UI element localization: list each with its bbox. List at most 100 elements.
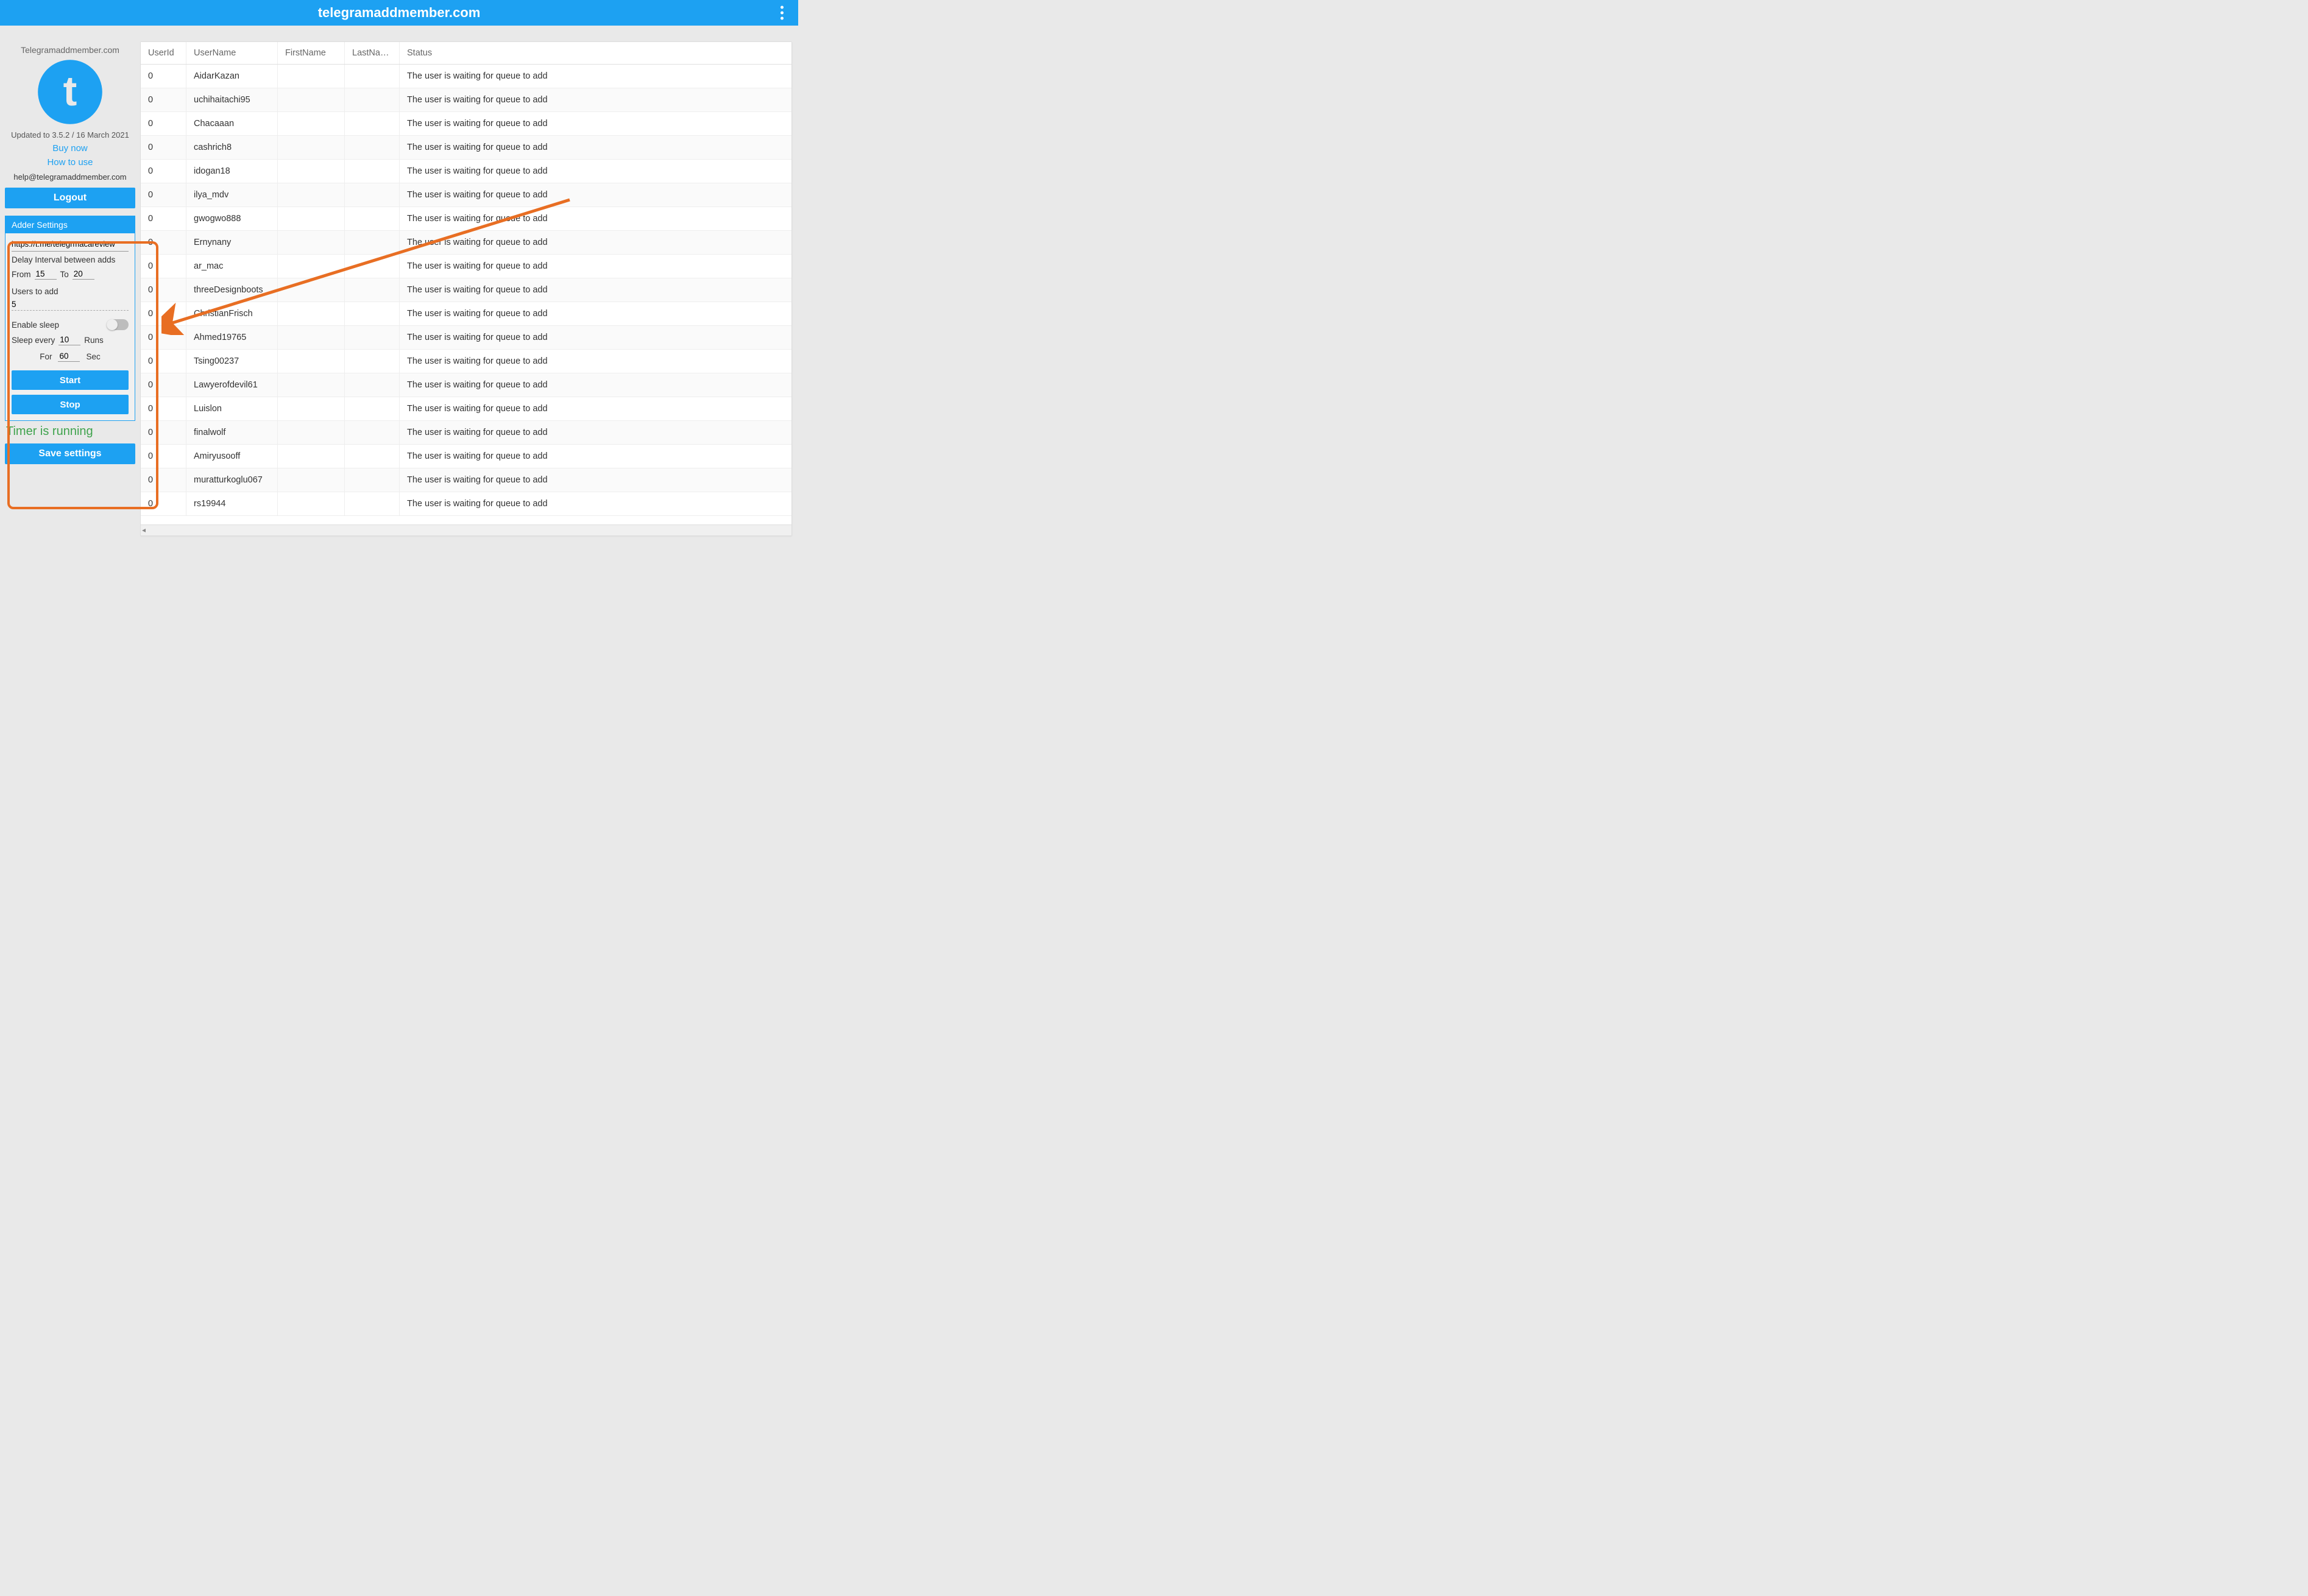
cell-status: The user is waiting for queue to add	[400, 112, 791, 135]
cell-lastname	[345, 112, 400, 135]
cell-status: The user is waiting for queue to add	[400, 421, 791, 444]
cell-lastname	[345, 136, 400, 159]
cell-userid: 0	[141, 65, 186, 88]
cell-firstname	[278, 255, 345, 278]
cell-userid: 0	[141, 468, 186, 492]
main-panel: UserId UserName FirstName LastName Statu…	[140, 26, 798, 552]
table-row[interactable]: 0finalwolfThe user is waiting for queue …	[141, 421, 791, 445]
svg-text:t: t	[63, 68, 77, 115]
cell-status: The user is waiting for queue to add	[400, 88, 791, 111]
save-settings-button[interactable]: Save settings	[5, 443, 135, 464]
table-row[interactable]: 0ErnynanyThe user is waiting for queue t…	[141, 231, 791, 255]
table-row[interactable]: 0Lawyerofdevil61The user is waiting for …	[141, 373, 791, 397]
table-row[interactable]: 0ilya_mdvThe user is waiting for queue t…	[141, 183, 791, 207]
table-row[interactable]: 0idogan18The user is waiting for queue t…	[141, 160, 791, 183]
cell-status: The user is waiting for queue to add	[400, 255, 791, 278]
cell-status: The user is waiting for queue to add	[400, 373, 791, 397]
cell-lastname	[345, 183, 400, 207]
cell-userid: 0	[141, 88, 186, 111]
cell-lastname	[345, 468, 400, 492]
cell-username: ilya_mdv	[186, 183, 278, 207]
cell-username: Tsing00237	[186, 350, 278, 373]
cell-firstname	[278, 183, 345, 207]
cell-firstname	[278, 326, 345, 349]
table-row[interactable]: 0threeDesignboots The user is waiting for…	[141, 278, 791, 302]
cell-status: The user is waiting for queue to add	[400, 207, 791, 230]
table-row[interactable]: 0Tsing00237The user is waiting for queue…	[141, 350, 791, 373]
col-username[interactable]: UserName	[186, 42, 278, 64]
cell-userid: 0	[141, 207, 186, 230]
sleep-for-input[interactable]	[58, 351, 80, 362]
cell-status: The user is waiting for queue to add	[400, 65, 791, 88]
cell-lastname	[345, 207, 400, 230]
table-row[interactable]: 0rs19944The user is waiting for queue to…	[141, 492, 791, 516]
cell-status: The user is waiting for queue to add	[400, 397, 791, 420]
table-row[interactable]: 0muratturkoglu067 The user is waiting for…	[141, 468, 791, 492]
table-row[interactable]: 0cashrich8The user is waiting for queue …	[141, 136, 791, 160]
cell-status: The user is waiting for queue to add	[400, 302, 791, 325]
cell-lastname	[345, 302, 400, 325]
cell-status: The user is waiting for queue to add	[400, 231, 791, 254]
runs-label: Runs	[84, 336, 104, 345]
sleep-every-label: Sleep every	[12, 336, 55, 345]
logout-button[interactable]: Logout	[5, 188, 135, 208]
scroll-left-icon[interactable]: ◂	[142, 526, 146, 534]
delay-label: Delay Interval between adds	[12, 255, 129, 264]
cell-status: The user is waiting for queue to add	[400, 183, 791, 207]
cell-userid: 0	[141, 278, 186, 302]
cell-lastname	[345, 445, 400, 468]
cell-username: rs19944	[186, 492, 278, 515]
cell-username: muratturkoglu067	[186, 468, 278, 492]
cell-userid: 0	[141, 136, 186, 159]
version-label: Updated to 3.5.2 / 16 March 2021	[5, 130, 135, 139]
start-button[interactable]: Start	[12, 370, 129, 390]
users-to-add-input[interactable]	[12, 298, 129, 311]
cell-userid: 0	[141, 445, 186, 468]
cell-firstname	[278, 445, 345, 468]
table-row[interactable]: 0AidarKazanThe user is waiting for queue…	[141, 65, 791, 88]
table-row[interactable]: 0ChacaaanThe user is waiting for queue t…	[141, 112, 791, 136]
cell-lastname	[345, 326, 400, 349]
delay-from-input[interactable]	[35, 269, 57, 280]
how-to-use-link[interactable]: How to use	[5, 157, 135, 168]
delay-to-input[interactable]	[73, 269, 94, 280]
enable-sleep-toggle[interactable]	[107, 319, 129, 330]
buy-now-link[interactable]: Buy now	[5, 143, 135, 154]
table-row[interactable]: 0uchihaitachi95The user is waiting for q…	[141, 88, 791, 112]
sleep-every-input[interactable]	[58, 335, 80, 345]
table-row[interactable]: 0gwogwo888The user is waiting for queue …	[141, 207, 791, 231]
cell-userid: 0	[141, 326, 186, 349]
table-row[interactable]: 0ar_macThe user is waiting for queue to …	[141, 255, 791, 278]
target-url-input[interactable]	[12, 238, 129, 252]
cell-status: The user is waiting for queue to add	[400, 278, 791, 302]
cell-firstname	[278, 350, 345, 373]
cell-username: threeDesignboots	[186, 278, 278, 302]
users-to-add-label: Users to add	[12, 287, 129, 296]
cell-username: ChristianFrisch	[186, 302, 278, 325]
app-title: telegramaddmember.com	[318, 5, 481, 21]
table-row[interactable]: 0Ahmed19765The user is waiting for queue…	[141, 326, 791, 350]
cell-lastname	[345, 373, 400, 397]
cell-userid: 0	[141, 255, 186, 278]
cell-firstname	[278, 112, 345, 135]
col-lastname[interactable]: LastName	[345, 42, 400, 64]
col-firstname[interactable]: FirstName	[278, 42, 345, 64]
cell-firstname	[278, 302, 345, 325]
table-row[interactable]: 0LuislonThe user is waiting for queue to…	[141, 397, 791, 421]
cell-status: The user is waiting for queue to add	[400, 468, 791, 492]
table-row[interactable]: 0ChristianFrischThe user is waiting for …	[141, 302, 791, 326]
cell-lastname	[345, 255, 400, 278]
col-userid[interactable]: UserId	[141, 42, 186, 64]
logo-icon: t	[37, 58, 104, 125]
kebab-menu-icon[interactable]	[781, 6, 784, 20]
stop-button[interactable]: Stop	[12, 395, 129, 414]
to-label: To	[60, 270, 69, 279]
cell-lastname	[345, 88, 400, 111]
table-header: UserId UserName FirstName LastName Statu…	[141, 42, 791, 65]
table-row[interactable]: 0AmiryusooffThe user is waiting for queu…	[141, 445, 791, 468]
horizontal-scrollbar[interactable]: ◂	[141, 524, 791, 535]
table-body[interactable]: 0AidarKazanThe user is waiting for queue…	[141, 65, 791, 524]
cell-firstname	[278, 421, 345, 444]
cell-status: The user is waiting for queue to add	[400, 492, 791, 515]
col-status[interactable]: Status	[400, 42, 791, 64]
